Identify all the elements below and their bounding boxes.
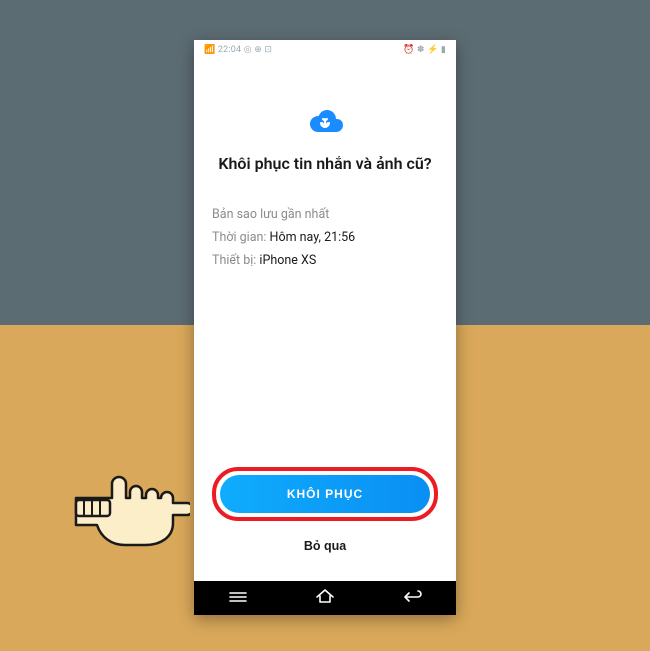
status-time: 22:04 [218, 45, 241, 55]
signal-icon: 📶 [204, 45, 215, 55]
backup-info: Bản sao lưu gần nhất Thời gian: Hôm nay,… [212, 203, 438, 272]
recent-backup-label: Bản sao lưu gần nhất [212, 203, 438, 226]
backup-time-row: Thời gian: Hôm nay, 21:56 [212, 226, 438, 249]
backup-device-row: Thiết bị: iPhone XS [212, 249, 438, 272]
back-icon [402, 589, 422, 608]
cloud-restore-icon [305, 108, 345, 140]
device-label: Thiết bị: [212, 253, 256, 268]
skip-button[interactable]: Bỏ qua [212, 529, 438, 563]
status-left-indicators: ◎ ⊕ ⊡ [244, 45, 272, 55]
time-label: Thời gian: [212, 230, 266, 245]
android-navbar [194, 581, 456, 615]
screen-content: Khôi phục tin nhắn và ảnh cũ? Bản sao lư… [194, 60, 456, 581]
pointer-hand-annotation [68, 470, 190, 550]
status-right-indicators: ⏰ ✽ ⚡ ▮ [403, 45, 446, 55]
home-icon [315, 588, 335, 608]
highlight-annotation: KHÔI PHỤC [212, 467, 438, 521]
page-title: Khôi phục tin nhắn và ảnh cũ? [212, 154, 438, 173]
status-bar: 📶 22:04 ◎ ⊕ ⊡ ⏰ ✽ ⚡ ▮ [194, 40, 456, 60]
recents-icon [229, 589, 247, 608]
nav-home-button[interactable] [305, 581, 345, 615]
device-value: iPhone XS [259, 253, 316, 268]
restore-button[interactable]: KHÔI PHỤC [220, 475, 430, 513]
nav-recents-button[interactable] [218, 581, 258, 615]
time-value: Hôm nay, 21:56 [270, 230, 356, 245]
nav-back-button[interactable] [392, 581, 432, 615]
phone-frame: 📶 22:04 ◎ ⊕ ⊡ ⏰ ✽ ⚡ ▮ Khôi phục tin nhắn… [194, 40, 456, 615]
